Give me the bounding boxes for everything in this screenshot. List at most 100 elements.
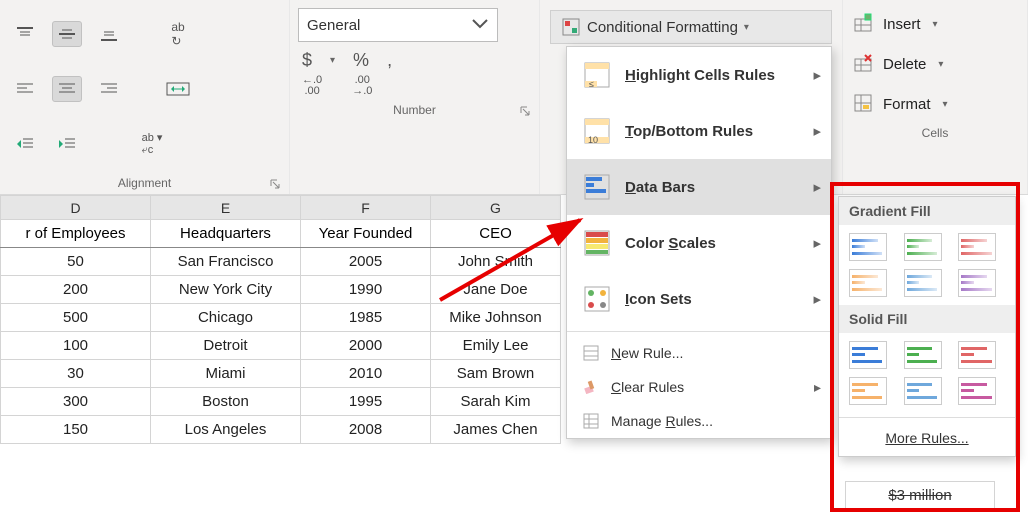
format-button[interactable]: Format ▾	[843, 84, 1027, 124]
orientation-button[interactable]: ab↻	[158, 21, 198, 47]
chevron-right-icon: ▸	[813, 66, 821, 84]
table-cell[interactable]: 30	[1, 360, 151, 388]
peek-cell[interactable]: $3 million	[845, 481, 995, 509]
table-cell[interactable]: Detroit	[151, 332, 301, 360]
data-table[interactable]: D E F G r of EmployeesHeadquartersYear F…	[0, 195, 561, 444]
databar-gradient-blue[interactable]	[849, 233, 887, 261]
column-header-G[interactable]: G	[431, 196, 561, 220]
databar-gradient-green[interactable]	[904, 233, 942, 261]
databar-solid-orange[interactable]	[849, 377, 887, 405]
table-cell[interactable]: 2010	[301, 360, 431, 388]
databar-solid-green[interactable]	[904, 341, 942, 369]
table-cell[interactable]: Emily Lee	[431, 332, 561, 360]
databar-solid-red[interactable]	[958, 341, 996, 369]
table-cell[interactable]: 300	[1, 388, 151, 416]
table-cell[interactable]: 2008	[301, 416, 431, 444]
table-cell[interactable]: Miami	[151, 360, 301, 388]
merge-button[interactable]	[158, 76, 198, 102]
databar-gradient-orange[interactable]	[849, 269, 887, 297]
increase-decimal-button[interactable]: ←.0 .00	[302, 75, 322, 97]
table-cell[interactable]: Sarah Kim	[431, 388, 561, 416]
cf-clear-rules[interactable]: Clear Rules ▸	[567, 370, 831, 404]
table-cell[interactable]: James Chen	[431, 416, 561, 444]
wrap-text-button[interactable]: ab ▾⤶c	[130, 131, 174, 157]
increase-indent-button[interactable]	[52, 131, 82, 157]
table-header-cell[interactable]: CEO	[431, 220, 561, 248]
databar-gradient-red[interactable]	[958, 233, 996, 261]
cf-manage-rules[interactable]: Manage Rules...	[567, 404, 831, 438]
number-format-value: General	[307, 17, 360, 34]
new-rule-icon	[581, 343, 601, 363]
icon-sets-icon	[581, 283, 613, 315]
conditional-formatting-menu: ≤ Highlight Cells Rules ▸ 10 Top/Bottom …	[566, 46, 832, 439]
table-header-cell[interactable]: Year Founded	[301, 220, 431, 248]
percent-button[interactable]: %	[353, 50, 369, 71]
table-cell[interactable]: 50	[1, 248, 151, 276]
delete-button[interactable]: Delete ▾	[843, 44, 1027, 84]
decrease-indent-button[interactable]	[10, 131, 40, 157]
table-cell[interactable]: 1995	[301, 388, 431, 416]
table-cell[interactable]: Boston	[151, 388, 301, 416]
align-center-button[interactable]	[52, 76, 82, 102]
chevron-right-icon: ▸	[814, 379, 821, 396]
cf-new-rule[interactable]: New Rule...	[567, 336, 831, 370]
column-header-F[interactable]: F	[301, 196, 431, 220]
databar-gradient-lightblue[interactable]	[904, 269, 942, 297]
table-cell[interactable]: 200	[1, 276, 151, 304]
table-cell[interactable]: Chicago	[151, 304, 301, 332]
table-cell[interactable]: Los Angeles	[151, 416, 301, 444]
table-header-cell[interactable]: r of Employees	[1, 220, 151, 248]
table-cell[interactable]: 150	[1, 416, 151, 444]
table-header-cell[interactable]: Headquarters	[151, 220, 301, 248]
group-number: General $ ▾ % , ←.0 .00 .00 →.0 Number	[290, 0, 540, 194]
table-cell[interactable]: 2000	[301, 332, 431, 360]
chevron-down-icon: ▾	[943, 99, 948, 110]
group-alignment-label: Alignment	[0, 174, 289, 194]
chevron-right-icon: ▸	[813, 290, 821, 308]
table-cell[interactable]: 500	[1, 304, 151, 332]
cf-color-scales[interactable]: Color Scales ▸	[567, 215, 831, 271]
table-cell[interactable]: 2005	[301, 248, 431, 276]
insert-button[interactable]: Insert ▾	[843, 4, 1027, 44]
table-row: 150Los Angeles2008James Chen	[1, 416, 561, 444]
alignment-dialog-launcher[interactable]	[269, 178, 281, 190]
align-middle-button[interactable]	[52, 21, 82, 47]
comma-button[interactable]: ,	[387, 50, 392, 71]
align-right-button[interactable]	[94, 76, 124, 102]
currency-button[interactable]: $	[302, 50, 312, 71]
databar-gradient-purple[interactable]	[958, 269, 996, 297]
cf-icon-sets[interactable]: Icon Sets ▸	[567, 271, 831, 327]
databar-solid-lightblue[interactable]	[904, 377, 942, 405]
number-format-dropdown[interactable]: General	[298, 8, 498, 42]
table-row: 30Miami2010Sam Brown	[1, 360, 561, 388]
databar-solid-blue[interactable]	[849, 341, 887, 369]
cf-data-bars[interactable]: Data Bars ▸	[567, 159, 831, 215]
column-header-D[interactable]: D	[1, 196, 151, 220]
table-cell[interactable]: New York City	[151, 276, 301, 304]
table-cell[interactable]: 1990	[301, 276, 431, 304]
table-cell[interactable]: Mike Johnson	[431, 304, 561, 332]
cf-highlight-cells-rules[interactable]: ≤ Highlight Cells Rules ▸	[567, 47, 831, 103]
align-bottom-button[interactable]	[94, 21, 124, 47]
top-bottom-rules-icon: 10	[581, 115, 613, 147]
svg-text:≤: ≤	[589, 79, 594, 89]
number-dialog-launcher[interactable]	[519, 105, 531, 117]
column-header-E[interactable]: E	[151, 196, 301, 220]
table-cell[interactable]: Jane Doe	[431, 276, 561, 304]
table-row: 50San Francisco2005John Smith	[1, 248, 561, 276]
decrease-decimal-button[interactable]: .00 →.0	[352, 75, 372, 97]
table-cell[interactable]: John Smith	[431, 248, 561, 276]
table-cell[interactable]: 1985	[301, 304, 431, 332]
manage-rules-icon	[581, 411, 601, 431]
align-left-button[interactable]	[10, 76, 40, 102]
conditional-formatting-button[interactable]: Conditional Formatting ▾	[550, 10, 832, 44]
databar-solid-purple[interactable]	[958, 377, 996, 405]
table-cell[interactable]: San Francisco	[151, 248, 301, 276]
databar-more-rules[interactable]: More Rules...	[839, 422, 1015, 456]
cf-top-bottom-rules[interactable]: 10 Top/Bottom Rules ▸	[567, 103, 831, 159]
chevron-right-icon: ▸	[813, 234, 821, 252]
insert-cells-icon	[853, 13, 875, 35]
table-cell[interactable]: Sam Brown	[431, 360, 561, 388]
align-top-button[interactable]	[10, 21, 40, 47]
table-cell[interactable]: 100	[1, 332, 151, 360]
